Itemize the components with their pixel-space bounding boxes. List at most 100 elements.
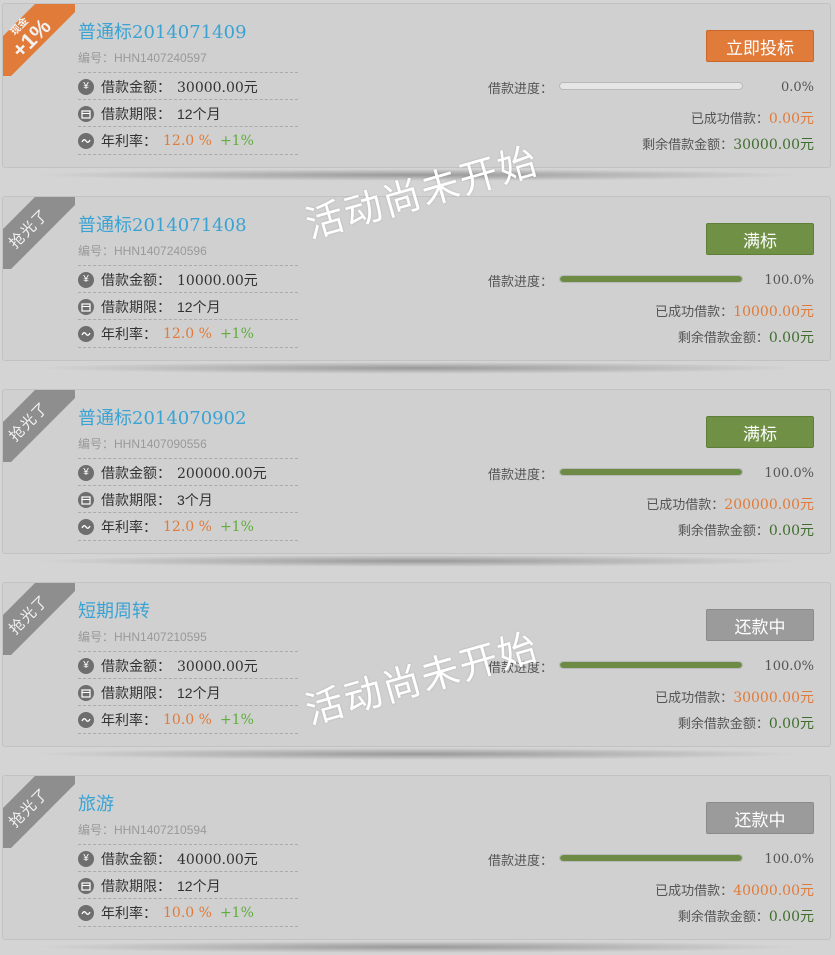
rate-number: 12.0 — [163, 518, 195, 535]
amount-label: 借款金额： — [101, 657, 171, 674]
rate-value: 12.0 % — [163, 326, 212, 342]
bonus-rate: +1% — [219, 325, 254, 342]
loan-card: 抢光了 普通标2014070902 编号：HHN1407090556 ¥ 借款金… — [2, 389, 831, 554]
wave-icon — [78, 325, 94, 342]
term-value: 12个月 — [177, 684, 221, 701]
ribbon-sold-out: 抢光了 — [5, 205, 52, 252]
amount-value: 200000.00元 — [177, 465, 267, 482]
bid-button[interactable]: 还款中 — [706, 802, 814, 834]
calendar-icon — [78, 298, 94, 315]
term-label: 借款期限： — [101, 684, 171, 701]
remaining-label: 剩余借款金额： — [677, 716, 769, 731]
bid-button[interactable]: 满标 — [706, 416, 814, 448]
loan-title[interactable]: 普通标2014071409 — [78, 18, 247, 44]
rate-number: 10.0 — [163, 711, 195, 728]
success-amount: 10000.00元 — [733, 304, 814, 320]
amount-value: 30000.00元 — [177, 79, 258, 96]
bonus-rate: +1% — [219, 132, 254, 149]
remaining-line: 剩余借款金额：0.00元 — [678, 906, 814, 926]
loan-title[interactable]: 普通标2014071408 — [78, 211, 247, 237]
calendar-icon — [78, 684, 94, 701]
card-shadow — [30, 748, 805, 760]
amount-label: 借款金额： — [101, 78, 171, 95]
rate-number: 12.0 — [163, 132, 195, 149]
term-value: 12个月 — [177, 105, 221, 122]
rate-label: 年利率： — [101, 325, 157, 342]
card-shadow — [30, 941, 805, 953]
bid-button[interactable]: 立即投标 — [706, 30, 814, 62]
ribbon-sold-out: 抢光了 — [5, 398, 52, 445]
success-line: 已成功借款：40000.00元 — [655, 880, 814, 900]
card-shadow — [30, 555, 805, 567]
term-label: 借款期限： — [101, 105, 171, 122]
corner-ribbon: 抢光了 — [3, 776, 75, 848]
term-value: 3个月 — [177, 491, 213, 508]
success-line: 已成功借款：10000.00元 — [655, 301, 814, 321]
success-label: 已成功借款： — [655, 304, 734, 319]
bid-button[interactable]: 还款中 — [706, 609, 814, 641]
amount-label: 借款金额： — [101, 850, 171, 867]
term-row: 借款期限： 12个月 — [78, 678, 298, 706]
rate-value: 12.0 % — [163, 133, 212, 149]
remaining-amount: 0.00元 — [768, 523, 814, 539]
progress-percent: 100.0% — [764, 659, 814, 674]
yen-icon: ¥ — [78, 271, 94, 288]
rate-value: 12.0 % — [163, 519, 212, 535]
loan-card: 抢光了 普通标2014071408 编号：HHN1407240596 ¥ 借款金… — [2, 196, 831, 361]
yen-icon: ¥ — [78, 78, 94, 95]
loan-title[interactable]: 短期周转 — [78, 597, 150, 623]
loan-code-label: 编号： — [78, 630, 115, 644]
bonus-rate: +1% — [219, 904, 254, 921]
remaining-line: 剩余借款金额：0.00元 — [678, 327, 814, 347]
amount-value: 30000.00元 — [177, 658, 258, 675]
corner-ribbon: 抢光了 — [3, 390, 75, 462]
remaining-amount: 0.00元 — [768, 330, 814, 346]
rate-row: 年利率： 12.0 % +1% — [78, 319, 298, 348]
rate-row: 年利率： 12.0 % +1% — [78, 126, 298, 155]
amount-row: ¥ 借款金额： 200000.00元 — [78, 458, 298, 486]
remaining-amount: 0.00元 — [768, 909, 814, 925]
success-label: 已成功借款： — [655, 883, 734, 898]
corner-ribbon: 抢光了 — [3, 583, 75, 655]
progress-label: 借款进度： — [488, 81, 554, 96]
wave-icon — [78, 904, 94, 921]
loan-code: 编号：HHN1407090556 — [78, 435, 207, 452]
bid-button[interactable]: 满标 — [706, 223, 814, 255]
success-amount: 0.00元 — [768, 111, 814, 127]
rate-row: 年利率： 10.0 % +1% — [78, 705, 298, 734]
calendar-icon — [78, 491, 94, 508]
progress-label: 借款进度： — [488, 467, 554, 482]
ribbon-band: 抢光了 — [3, 197, 75, 269]
wave-icon — [78, 711, 94, 728]
progress-percent: 100.0% — [764, 852, 814, 867]
loan-title[interactable]: 普通标2014070902 — [78, 404, 247, 430]
wave-icon — [78, 518, 94, 535]
loan-title[interactable]: 旅游 — [78, 790, 114, 816]
loan-card: 抢光了 旅游 编号：HHN1407210594 ¥ 借款金额： 40000.00… — [2, 775, 831, 940]
progress-bar — [559, 661, 743, 669]
loan-code-value: HHN1407240596 — [114, 244, 207, 258]
rate-label: 年利率： — [101, 518, 157, 535]
loan-code: 编号：HHN1407210594 — [78, 821, 207, 838]
remaining-amount: 30000.00元 — [733, 137, 814, 153]
wave-icon — [78, 132, 94, 149]
amount-row: ¥ 借款金额： 30000.00元 — [78, 651, 298, 679]
rate-label: 年利率： — [101, 904, 157, 921]
ribbon-sold-out: 抢光了 — [5, 591, 52, 638]
loan-code: 编号：HHN1407240596 — [78, 242, 207, 259]
corner-ribbon: 现金 +1% — [3, 4, 75, 76]
rate-unit: % — [198, 904, 212, 921]
success-line: 已成功借款：0.00元 — [691, 108, 814, 128]
rate-value: 10.0 % — [163, 712, 212, 728]
ribbon-band: 现金 +1% — [3, 4, 75, 76]
progress-fill — [560, 662, 742, 668]
progress-bar — [559, 82, 743, 90]
amount-value: 40000.00元 — [177, 851, 258, 868]
bonus-rate: +1% — [219, 518, 254, 535]
term-value: 12个月 — [177, 877, 221, 894]
progress-bar — [559, 854, 743, 862]
success-label: 已成功借款： — [690, 111, 769, 126]
remaining-label: 剩余借款金额： — [642, 137, 734, 152]
calendar-icon — [78, 877, 94, 894]
yen-icon: ¥ — [78, 850, 94, 867]
